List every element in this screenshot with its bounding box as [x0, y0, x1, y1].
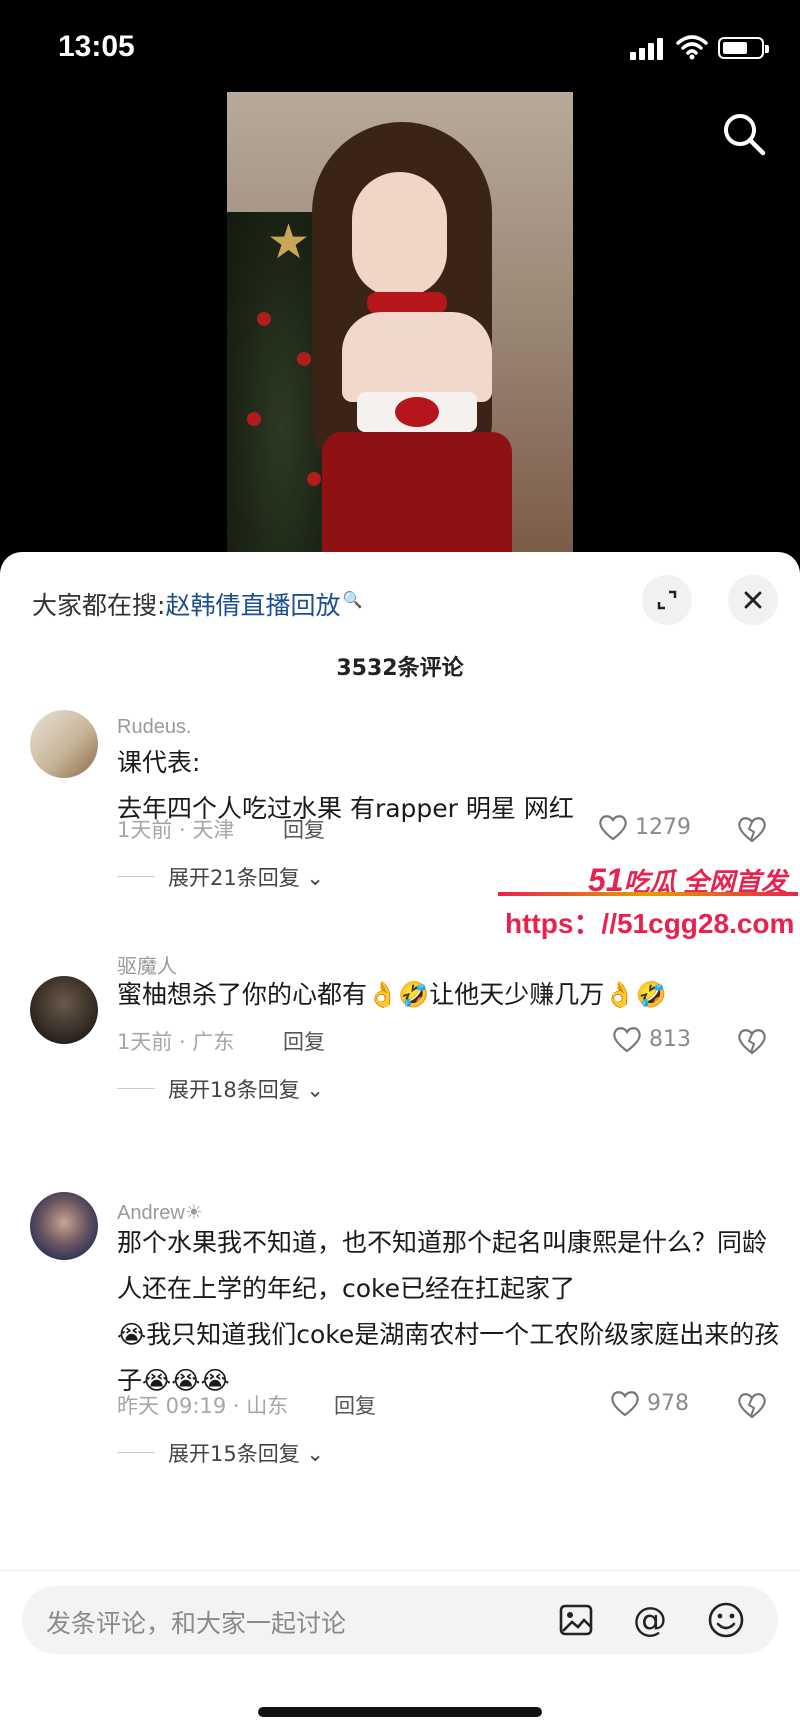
comment-line: 课代表: [117, 748, 201, 777]
divider-line [117, 1452, 155, 1453]
chevron-down-icon: ⌄ [306, 866, 325, 890]
watermark-url: https：//51cgg28.com [505, 908, 795, 939]
trending-term[interactable]: 赵韩倩直播回放 [165, 591, 340, 620]
person-shoulders [342, 312, 492, 402]
broken-heart-icon[interactable] [736, 814, 768, 844]
crying-emoji: 😭 [117, 1320, 147, 1349]
person-scarf [367, 292, 447, 314]
wifi-icon [676, 35, 708, 60]
ornament [257, 312, 271, 326]
divider-line [0, 1570, 800, 1571]
person-face [352, 172, 447, 297]
signal-icon [630, 38, 664, 60]
avatar[interactable] [30, 710, 98, 778]
battery-icon [718, 37, 769, 59]
ornament [247, 412, 261, 426]
ok-hand-emoji: 👌 [367, 980, 399, 1009]
expand-replies-label: 展开15条回复 [168, 1442, 300, 1466]
comment-meta: 昨天 09:19 · 山东 [117, 1394, 289, 1418]
like-button[interactable]: 978 [609, 1388, 689, 1418]
divider-line [117, 876, 155, 877]
divider-line [117, 1088, 155, 1089]
status-bar: 13:05 [0, 0, 800, 92]
mention-button[interactable]: @ [630, 1600, 670, 1640]
comment-text-part: 那个水果我不知道，也不知道那个起名叫康熙是什么？同龄人还在上学的年纪，coke已… [117, 1228, 768, 1303]
at-icon: @ [633, 1600, 667, 1640]
comment-count: 3532条评论 [336, 656, 464, 681]
reply-button[interactable]: 回复 [283, 1026, 325, 1056]
emoji-button[interactable] [706, 1600, 746, 1640]
video-thumbnail[interactable]: ★ [227, 92, 573, 562]
comment-text-part: 蜜柚想杀了你的心都有 [117, 980, 368, 1009]
comment-text: 那个水果我不知道，也不知道那个起名叫康熙是什么？同龄人还在上学的年纪，coke已… [117, 1220, 782, 1404]
status-time: 13:05 [58, 30, 135, 63]
close-icon [744, 591, 762, 609]
expand-button[interactable] [642, 575, 692, 625]
star-ornament: ★ [267, 214, 311, 270]
ornament [307, 472, 321, 486]
reply-button[interactable]: 回复 [283, 814, 325, 844]
like-count: 978 [647, 1390, 689, 1416]
crying-laughing-emoji: 🤣 [398, 980, 430, 1009]
crying-laughing-emoji: 🤣 [635, 980, 667, 1009]
comment-input[interactable]: 发条评论，和大家一起讨论 @ [22, 1586, 778, 1654]
expand-replies-label: 展开18条回复 [168, 1078, 300, 1102]
trending-prefix: 大家都在搜: [32, 591, 166, 620]
person-bow [395, 397, 439, 427]
like-button[interactable]: 813 [611, 1024, 691, 1054]
search-small-icon: 🔍 [342, 589, 363, 609]
expand-replies-button[interactable]: 展开21条回复 ⌄ [168, 862, 324, 892]
avatar[interactable] [30, 1192, 98, 1260]
trending-search[interactable]: 大家都在搜:赵韩倩直播回放 🔍 [32, 586, 362, 622]
comment-text-part: 让他天少赚几万 [429, 980, 605, 1009]
close-button[interactable] [728, 575, 778, 625]
person-skirt [322, 432, 512, 562]
like-count: 813 [649, 1026, 691, 1052]
chevron-down-icon: ⌄ [306, 1078, 325, 1102]
avatar[interactable] [30, 976, 98, 1044]
comment-text: 蜜柚想杀了你的心都有👌🤣让他天少赚几万👌🤣 [117, 972, 767, 1018]
watermark-bar [498, 892, 798, 896]
home-indicator[interactable] [258, 1707, 542, 1717]
like-count: 1279 [635, 814, 691, 840]
expand-replies-button[interactable]: 展开15条回复 ⌄ [168, 1438, 324, 1468]
image-button[interactable] [556, 1600, 596, 1640]
broken-heart-icon[interactable] [736, 1026, 768, 1056]
expand-replies-button[interactable]: 展开18条回复 ⌄ [168, 1074, 324, 1104]
comment-input-placeholder[interactable]: 发条评论，和大家一起讨论 [46, 1604, 346, 1640]
comment-meta: 1天前 · 广东 [117, 1030, 235, 1054]
expand-icon [657, 590, 677, 610]
comment-username[interactable]: Rudeus. [117, 716, 192, 739]
emoji-icon [708, 1602, 744, 1638]
search-icon[interactable] [720, 110, 768, 158]
comment-meta: 1天前 · 天津 [117, 818, 235, 842]
chevron-down-icon: ⌄ [306, 1442, 325, 1466]
image-icon [559, 1604, 593, 1636]
expand-replies-label: 展开21条回复 [168, 866, 300, 890]
broken-heart-icon[interactable] [736, 1390, 768, 1420]
heart-icon [613, 1027, 641, 1053]
reply-button[interactable]: 回复 [334, 1390, 376, 1420]
heart-icon [611, 1391, 639, 1417]
heart-icon [599, 815, 627, 841]
ok-hand-emoji: 👌 [604, 980, 636, 1009]
comment-sheet: 大家都在搜:赵韩倩直播回放 🔍 3532条评论 Rudeus. 课代表: 去年四个… [0, 552, 800, 1731]
ornament [297, 352, 311, 366]
like-button[interactable]: 1279 [597, 812, 691, 842]
